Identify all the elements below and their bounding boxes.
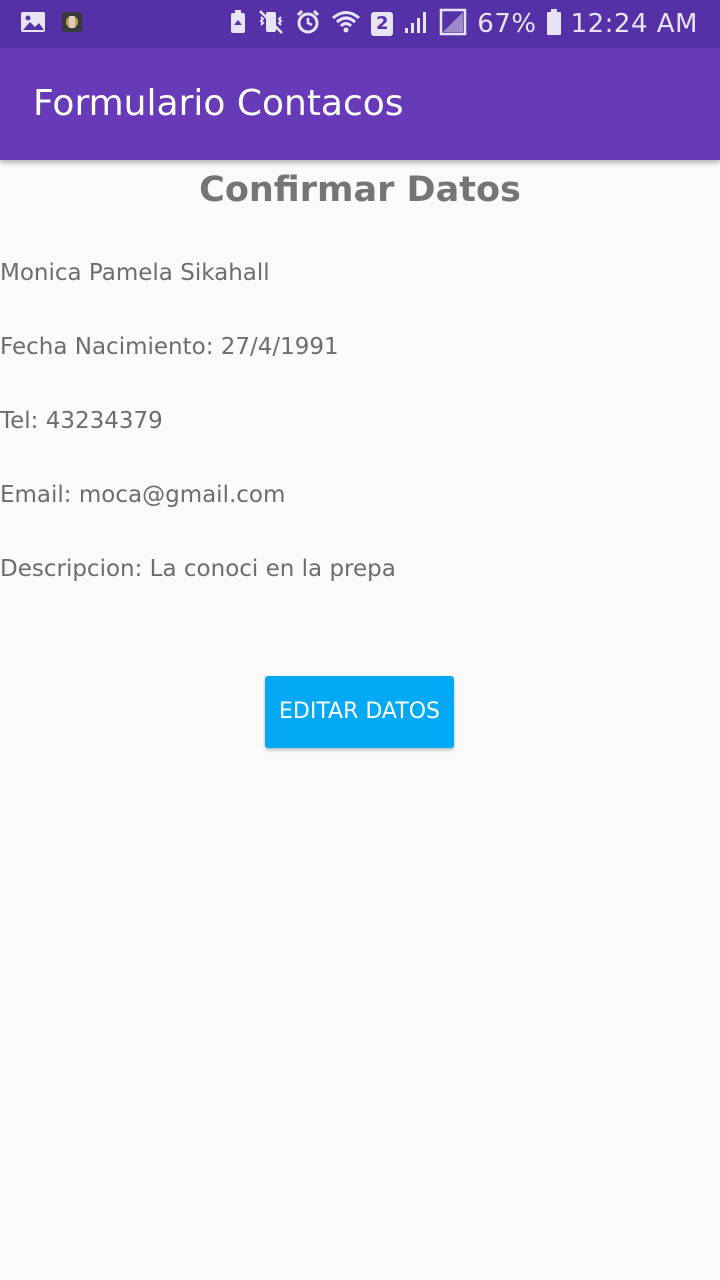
sim2-icon: 2 bbox=[371, 12, 394, 36]
signal-icon bbox=[403, 9, 429, 39]
saver-icon bbox=[229, 9, 247, 39]
status-bar: 2 67% 12:24 AM bbox=[0, 0, 720, 48]
battery-icon bbox=[546, 9, 561, 39]
gallery-icon bbox=[20, 10, 46, 38]
wifi-icon bbox=[331, 9, 361, 39]
contact-phone: Tel: 43234379 bbox=[0, 408, 163, 434]
contact-name: Monica Pamela Sikahall bbox=[0, 260, 270, 286]
contact-description: Descripcion: La conoci en la prepa bbox=[0, 556, 396, 582]
page-title: Confirmar Datos bbox=[199, 170, 521, 210]
contact-birthdate: Fecha Nacimiento: 27/4/1991 bbox=[0, 334, 339, 360]
sim-badge-label: 2 bbox=[376, 13, 389, 34]
clock: 12:24 AM bbox=[570, 9, 698, 39]
app-bar: Formulario Contacos bbox=[0, 48, 720, 160]
signal-empty-icon bbox=[439, 8, 467, 40]
edit-data-button[interactable]: EDITAR DATOS bbox=[265, 676, 454, 748]
contact-email: Email: moca@gmail.com bbox=[0, 482, 286, 508]
vibrate-mute-icon bbox=[257, 9, 285, 39]
app-notification-icon bbox=[60, 10, 84, 38]
battery-percent: 67% bbox=[477, 9, 537, 39]
alarm-icon bbox=[295, 9, 321, 39]
app-title: Formulario Contacos bbox=[33, 83, 404, 124]
